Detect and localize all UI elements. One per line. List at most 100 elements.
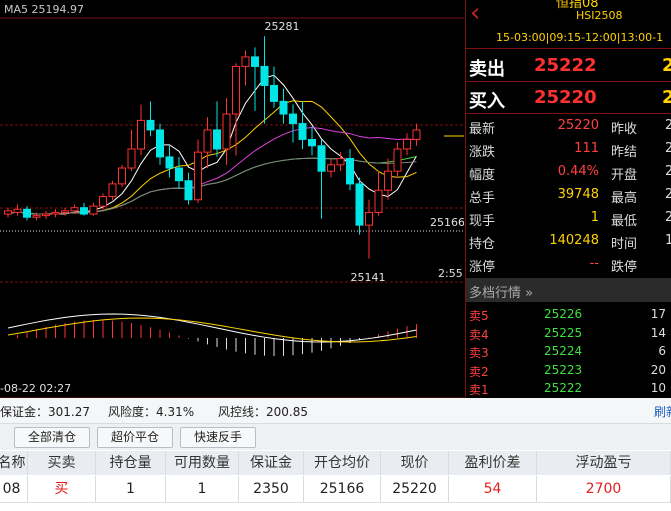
candle-body [412, 129, 421, 140]
kline-chart[interactable]: MA5 25194.97 25281 25141 25166 2:55 -08-22 02… [0, 0, 464, 398]
risk-text: 风险度：4.31% [108, 405, 195, 419]
column-header[interactable]: 名称 [0, 451, 28, 475]
quote-value: -- [589, 256, 599, 271]
trading-session: 15-03:00|09:15-12:00|13:00-1 [496, 31, 664, 44]
table-cell: 1 [166, 476, 239, 502]
refresh-link[interactable]: 刷新 [654, 403, 671, 420]
positions-table-header: 名称 买卖 持仓量 可用数量 保证金 开仓均价 现价 盈利价差 浮动盈亏 [0, 451, 671, 475]
quote-key: 最新 [469, 122, 496, 137]
depth-price: 25224 [544, 344, 583, 358]
column-header[interactable]: 保证金 [239, 451, 304, 475]
table-cell: 2700 [537, 476, 671, 502]
candle-body [317, 145, 326, 172]
quote-panel: ‹ 恒指08 HSI2508 15-03:00|09:15-12:00|13:0… [465, 0, 671, 398]
candle-body [108, 183, 117, 198]
quote-row: 总手 39748 最高 2 [466, 184, 671, 207]
risk-control-text: 风控线：200.85 [218, 405, 308, 419]
quote-header: ‹ 恒指08 HSI2508 [466, 0, 671, 30]
close-all-button[interactable]: 全部清仓 [14, 427, 90, 448]
candle-body [336, 157, 345, 166]
candle-body [51, 211, 60, 215]
quote-key: 时间 [611, 237, 638, 252]
price-line-label: 25166 [430, 216, 464, 229]
depth-row[interactable]: 卖1 25222 10 [466, 379, 671, 397]
bid-volume: 2 [662, 87, 671, 108]
divider [466, 113, 671, 114]
candle-body [260, 65, 269, 86]
back-arrow-icon[interactable]: ‹ [470, 0, 480, 26]
candle-body [32, 215, 41, 218]
depth-level: 卖1 [469, 383, 489, 397]
depth-level: 卖5 [469, 309, 489, 323]
quote-value: 1 [590, 210, 599, 225]
candle-body [137, 119, 145, 150]
ma-line [7, 100, 417, 215]
quote-row: 涨停 -- 跌停 [466, 253, 671, 276]
contract-code: HSI2508 [576, 9, 623, 22]
depth-row[interactable]: 卖4 25225 14 [466, 324, 671, 342]
column-header[interactable]: 可用数量 [166, 451, 239, 475]
quote-value: 2 [665, 210, 671, 225]
candle-body [165, 156, 174, 169]
candle-body [232, 65, 240, 115]
ma-line [7, 155, 417, 215]
candle-body [23, 208, 31, 218]
depth-qty: 17 [650, 307, 666, 321]
table-cell: 08 [0, 476, 28, 502]
candle-body [374, 189, 383, 213]
table-row[interactable]: 08 买 1 1 2350 25166 25220 54 2700 [0, 476, 671, 503]
candle-body [80, 207, 88, 215]
depth-level: 卖2 [469, 364, 489, 379]
candle-body [241, 56, 250, 67]
quote-row: 涨跌 111 昨结 2 [466, 138, 671, 161]
bid-row[interactable]: 买入 25220 2 [466, 82, 671, 112]
candle-body [175, 167, 183, 182]
ma-line [7, 74, 417, 215]
candle-body [61, 210, 69, 213]
column-header[interactable]: 开仓均价 [304, 451, 381, 475]
depth-title: 多档行情 » [469, 286, 534, 301]
column-header[interactable]: 现价 [381, 451, 449, 475]
depth-price: 25225 [544, 325, 583, 340]
column-header[interactable]: 持仓量 [96, 451, 166, 475]
depth-row[interactable]: 卖5 25226 17 [466, 305, 671, 323]
candle-body [308, 138, 316, 147]
candle-body [251, 56, 259, 67]
ask-price: 25222 [534, 55, 597, 76]
quote-key: 最高 [611, 191, 638, 206]
ask-volume: 2 [662, 55, 671, 76]
quote-key: 幅度 [469, 168, 496, 183]
depth-qty: 10 [650, 381, 666, 395]
column-header[interactable]: 盈利价差 [449, 451, 537, 475]
bid-label: 买入 [469, 91, 505, 112]
account-bar: 保证金：301.27 风险度：4.31% 风控线：200.85 刷新 [0, 398, 671, 424]
divider [466, 48, 671, 49]
depth-row[interactable]: 卖3 25224 6 [466, 342, 671, 360]
candle-body [213, 129, 221, 150]
depth-qty: 14 [650, 325, 666, 340]
candle-body [393, 148, 402, 172]
ma-line [7, 157, 417, 215]
candle-body [184, 180, 193, 201]
depth-header[interactable]: 多档行情 » [466, 278, 671, 302]
candle-body [203, 129, 212, 153]
candle-body [156, 129, 164, 158]
quick-reverse-button[interactable]: 快速反手 [180, 427, 256, 448]
candle-body [146, 119, 155, 131]
quote-value: 1 [665, 233, 671, 248]
kline-chart-area[interactable]: MA5 25194.97 25281 25141 25166 2:55 -08-22 02… [0, 0, 464, 398]
bid-price: 25220 [534, 87, 597, 108]
quote-key: 开盘 [611, 168, 638, 183]
candle-body [118, 167, 126, 185]
quote-value: 25220 [557, 118, 599, 133]
candle-body [194, 151, 202, 201]
table-cell: 1 [96, 476, 166, 502]
candle-body [4, 210, 12, 215]
ask-row[interactable]: 卖出 25222 2 [466, 50, 671, 80]
quote-value: 2 [665, 141, 671, 156]
close-at-market-button[interactable]: 超价平仓 [97, 427, 173, 448]
depth-row[interactable]: 卖2 25223 20 [466, 361, 671, 379]
column-header[interactable]: 浮动盈亏 [537, 451, 671, 475]
quote-value: 0.44% [557, 164, 599, 179]
column-header[interactable]: 买卖 [28, 451, 96, 475]
